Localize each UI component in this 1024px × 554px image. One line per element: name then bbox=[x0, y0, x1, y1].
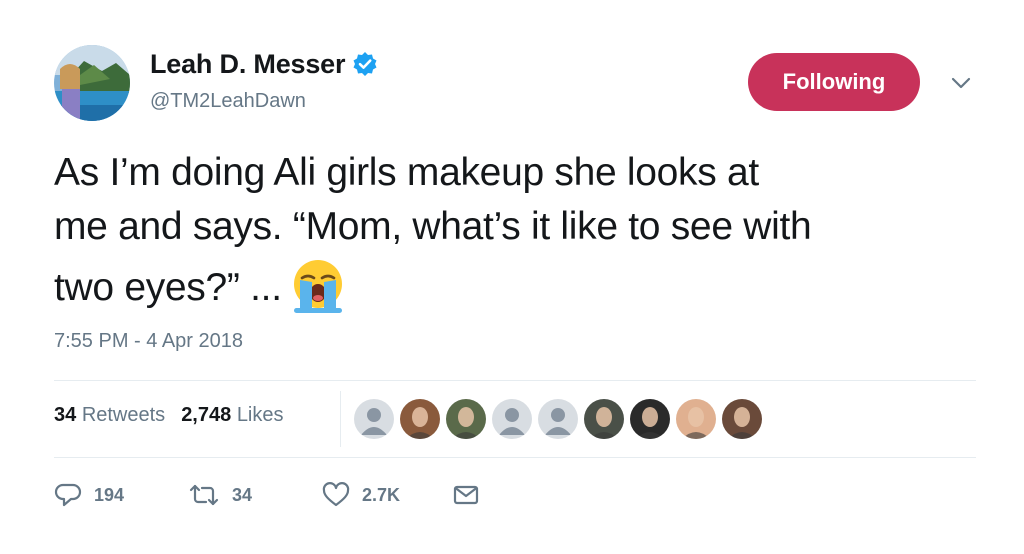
liker-avatar[interactable] bbox=[446, 399, 486, 439]
tweet-timestamp[interactable]: 7:55 PM - 4 Apr 2018 bbox=[54, 330, 243, 353]
tweet-text-line: me and says. “Mom, what’s it like to see… bbox=[54, 205, 812, 248]
divider bbox=[54, 380, 976, 381]
tweet-card: Leah D. Messer @TM2LeahDawn Following As… bbox=[0, 0, 1024, 554]
divider bbox=[54, 457, 976, 458]
like-count: 2.7K bbox=[362, 484, 401, 505]
like-button[interactable]: 2.7K bbox=[322, 481, 452, 509]
retweet-count: 34 bbox=[232, 484, 253, 505]
retweets-count: 34 bbox=[54, 404, 77, 426]
stats-separator bbox=[340, 391, 341, 447]
liker-avatar[interactable] bbox=[722, 399, 762, 439]
retweet-button[interactable]: 34 bbox=[188, 481, 322, 509]
likes-count: 2,748 bbox=[181, 404, 232, 426]
liker-avatar[interactable] bbox=[630, 399, 670, 439]
liker-avatar[interactable] bbox=[492, 399, 532, 439]
tweet-text-line: two eyes?” ... bbox=[54, 254, 994, 315]
likes-stat[interactable]: 2,748 Likes bbox=[181, 404, 283, 427]
likers-list bbox=[354, 399, 768, 439]
likes-label: Likes bbox=[236, 404, 284, 426]
liker-avatar[interactable] bbox=[538, 399, 578, 439]
following-button[interactable]: Following bbox=[748, 53, 920, 111]
avatar[interactable] bbox=[54, 45, 130, 121]
direct-message-button[interactable] bbox=[452, 481, 480, 509]
retweets-stat[interactable]: 34 Retweets bbox=[54, 404, 165, 427]
verified-badge-icon bbox=[352, 51, 378, 77]
heart-icon bbox=[322, 481, 350, 509]
tweet-stats: 34 Retweets 2,748 Likes bbox=[54, 404, 300, 427]
tweet-text-fragment: two eyes?” ... bbox=[54, 266, 282, 309]
user-handle[interactable]: @TM2LeahDawn bbox=[150, 90, 306, 113]
tweet-text: As I’m doing Ali girls makeup she looks … bbox=[54, 146, 994, 315]
reply-count: 194 bbox=[94, 484, 125, 505]
liker-avatar[interactable] bbox=[584, 399, 624, 439]
liker-avatar[interactable] bbox=[354, 399, 394, 439]
reply-button[interactable]: 194 bbox=[54, 481, 188, 509]
tweet-text-line: As I’m doing Ali girls makeup she looks … bbox=[54, 151, 759, 194]
display-name-row[interactable]: Leah D. Messer bbox=[150, 46, 378, 82]
retweet-icon bbox=[188, 481, 220, 509]
chevron-down-icon[interactable] bbox=[948, 72, 974, 94]
liker-avatar[interactable] bbox=[400, 399, 440, 439]
display-name: Leah D. Messer bbox=[150, 48, 346, 79]
retweets-label: Retweets bbox=[81, 404, 166, 426]
liker-avatar[interactable] bbox=[676, 399, 716, 439]
tweet-actions: 194 34 2.7K bbox=[54, 480, 480, 510]
loudly-crying-face-icon bbox=[288, 254, 348, 314]
envelope-icon bbox=[452, 481, 480, 509]
reply-icon bbox=[54, 481, 82, 509]
